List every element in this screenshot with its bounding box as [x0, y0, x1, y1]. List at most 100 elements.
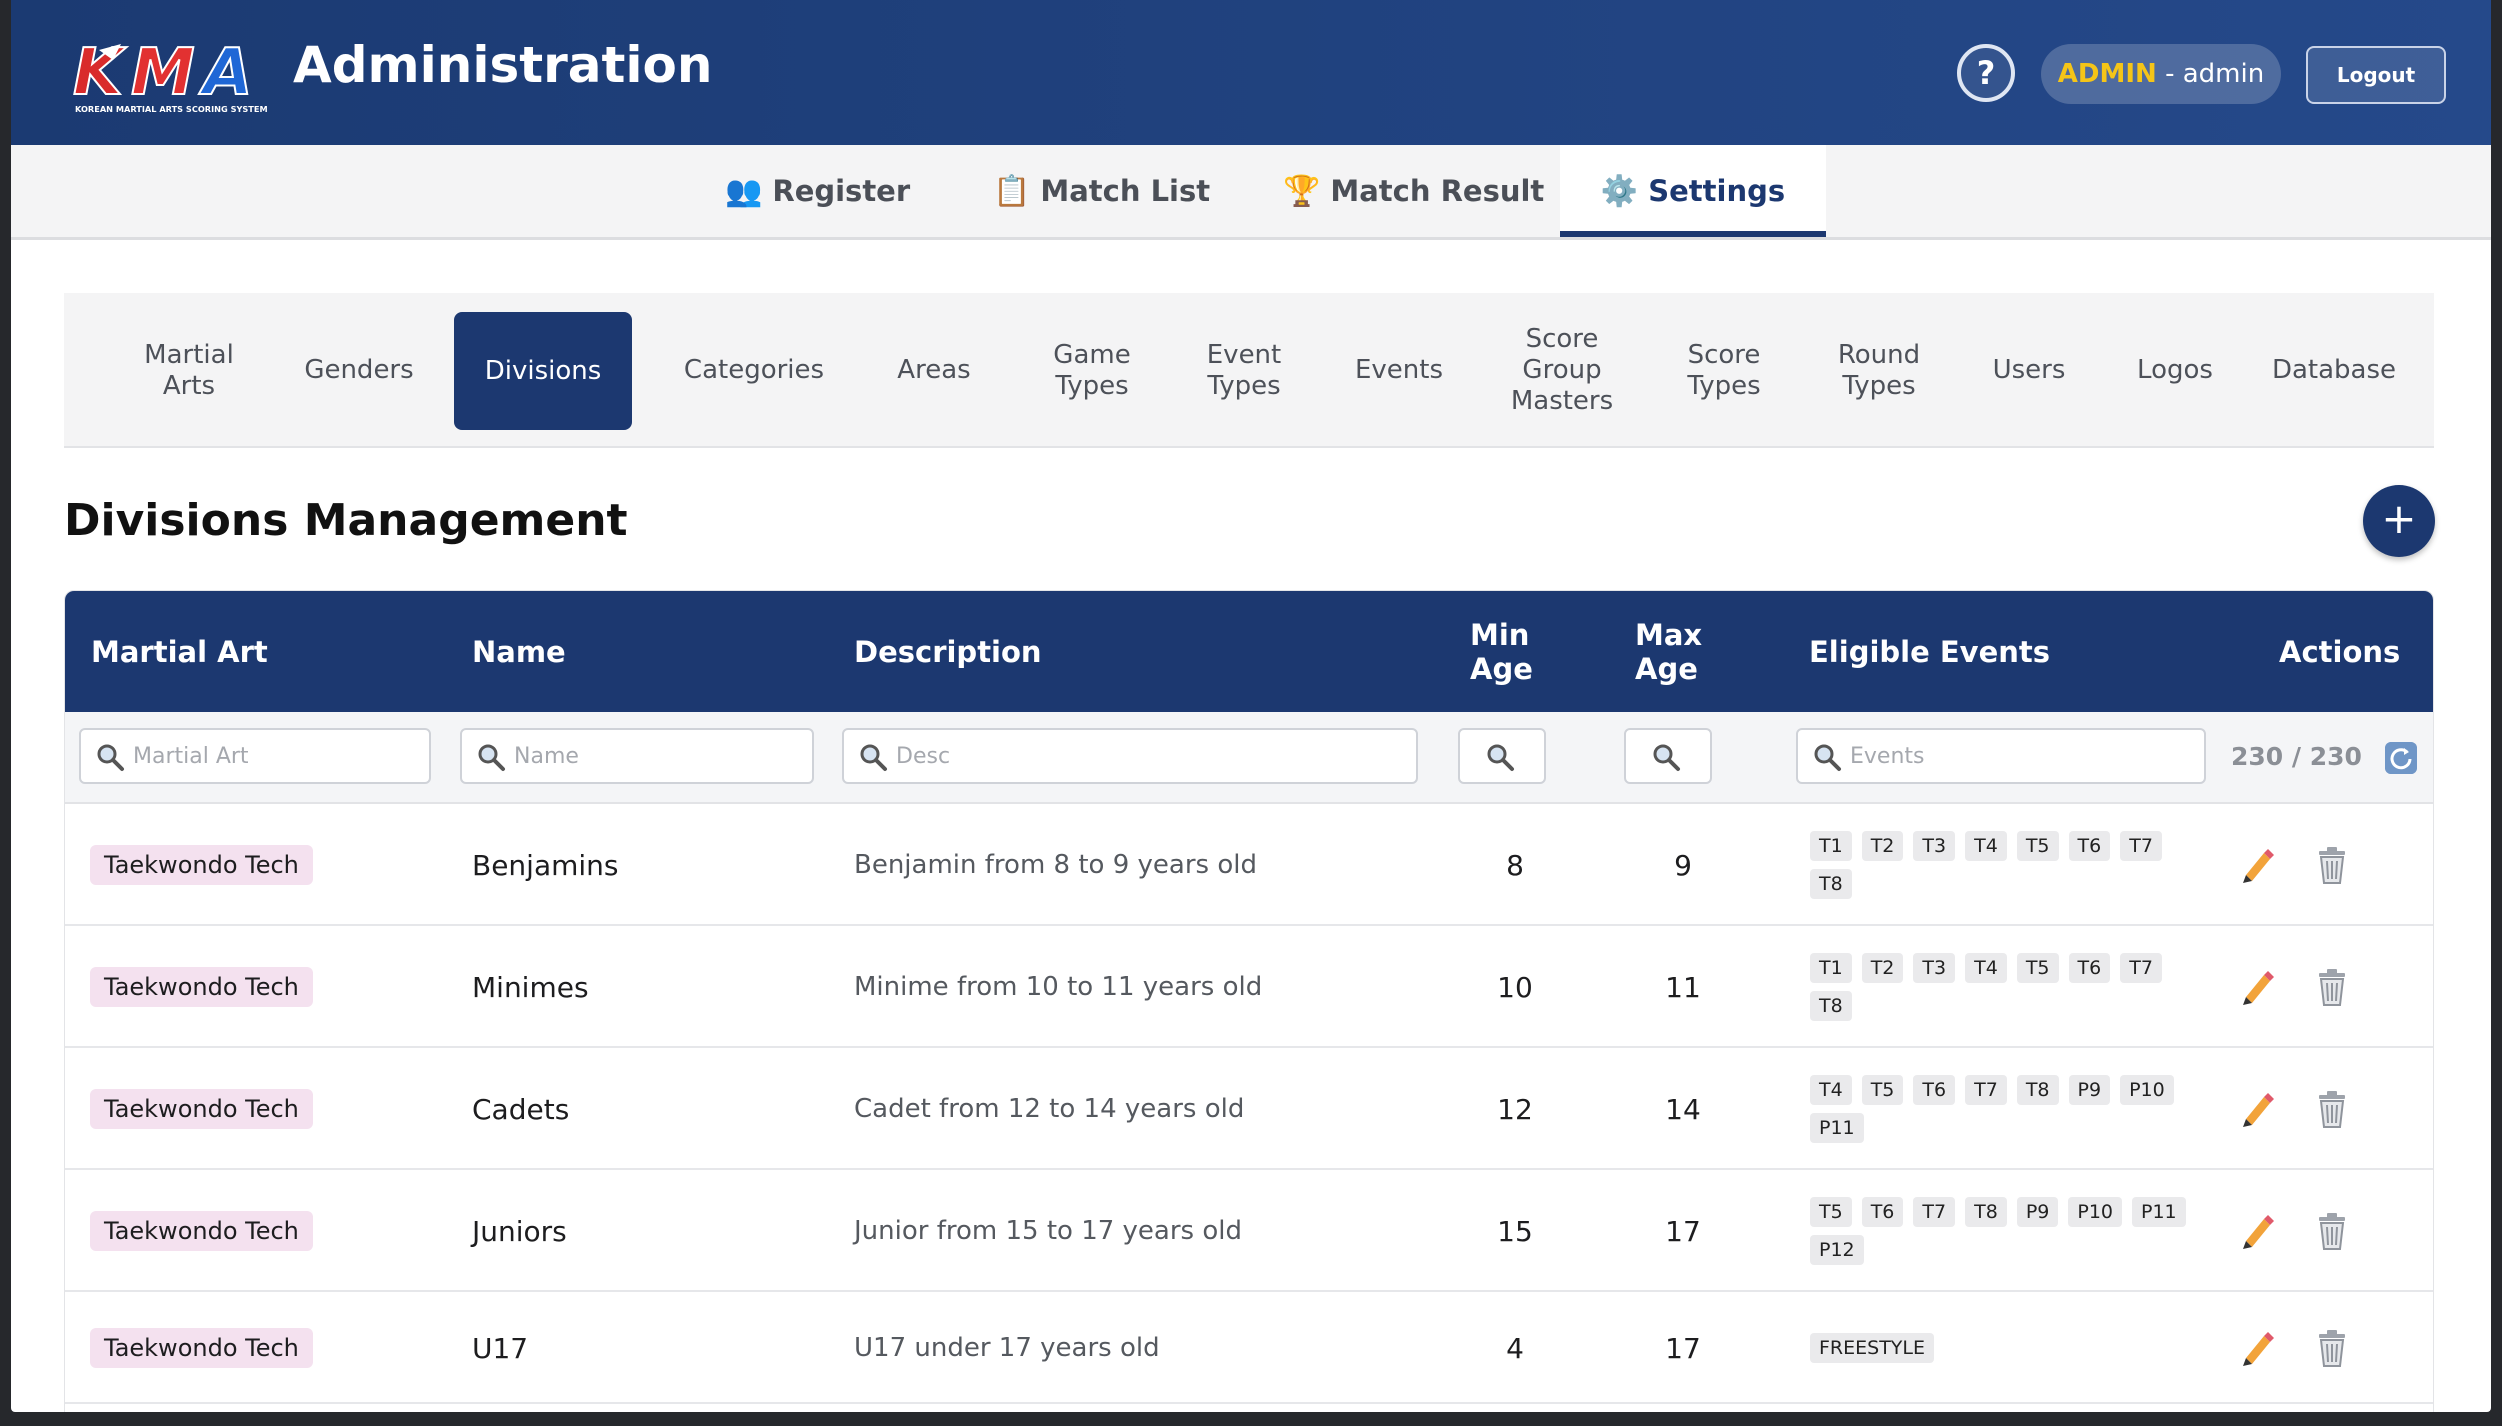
- martial-art-cell: Taekwondo Tech: [65, 1170, 445, 1292]
- event-tag: T5: [2016, 831, 2059, 861]
- event-tag: T8: [1810, 869, 1852, 899]
- martial-art-badge: Taekwondo Tech: [90, 1211, 313, 1251]
- delete-trash-icon[interactable]: [2312, 967, 2352, 1007]
- event-tag: FREESTYLE: [1810, 1333, 1935, 1363]
- description-cell: U17 under 17 years old: [854, 1333, 1160, 1363]
- description-cell: Cadet from 12 to 14 years old: [854, 1094, 1245, 1124]
- min-age-cell: 15: [1497, 1214, 1533, 1248]
- nav-match-result-label: Match Result: [1330, 174, 1545, 208]
- main-nav: 👥 Register 📋 Match List 🏆 Match Result ⚙️ Se…: [11, 145, 2491, 240]
- name-cell: U17: [472, 1331, 529, 1365]
- tab-score-types[interactable]: Score Types: [1649, 293, 1799, 448]
- nav-register[interactable]: 👥 Register: [725, 145, 910, 237]
- event-tag: T6: [1861, 1197, 1904, 1227]
- description-cell: Benjamin from 8 to 9 years old: [854, 850, 1257, 880]
- table-row[interactable]: Taekwondo Tech Juniors Junior from 15 to…: [65, 1170, 2433, 1292]
- tab-label: Users: [1992, 355, 2066, 385]
- edit-pencil-icon[interactable]: [2238, 967, 2278, 1007]
- tab-score-group-masters[interactable]: Score Group Masters: [1482, 293, 1642, 448]
- event-tag: P12: [1810, 1235, 1864, 1265]
- event-tag: P10: [2120, 1075, 2174, 1105]
- description-filter[interactable]: [842, 728, 1418, 784]
- row-actions: [2208, 1170, 2388, 1292]
- delete-trash-icon[interactable]: [2312, 1211, 2352, 1251]
- delete-trash-icon[interactable]: [2312, 1089, 2352, 1129]
- description-cell: Minime from 10 to 11 years old: [854, 972, 1263, 1002]
- col-description[interactable]: Description: [854, 591, 1042, 712]
- events-filter[interactable]: [1796, 728, 2206, 784]
- max-age-cell: 17: [1665, 1331, 1701, 1365]
- tab-categories[interactable]: Categories: [654, 293, 854, 448]
- app-window: K M A KOREAN MARTIAL ARTS SCORING SYSTEM…: [11, 0, 2491, 1412]
- tab-label: Events: [1354, 355, 1444, 385]
- description-cell: Junior from 15 to 17 years old: [854, 1216, 1242, 1246]
- app-title: Administration: [293, 36, 713, 94]
- event-tag: T7: [1913, 1197, 1956, 1227]
- tab-users[interactable]: Users: [1964, 293, 2094, 448]
- add-division-button[interactable]: +: [2363, 485, 2435, 557]
- col-name[interactable]: Name: [472, 591, 566, 712]
- event-tag: T4: [1965, 953, 2007, 983]
- svg-text:KOREAN MARTIAL ARTS SCORING SY: KOREAN MARTIAL ARTS SCORING SYSTEM: [75, 104, 268, 114]
- tab-areas[interactable]: Areas: [864, 293, 1004, 448]
- martial-art-cell: Taekwondo Tech: [65, 804, 445, 926]
- trophy-icon: 🏆: [1283, 174, 1321, 209]
- nav-match-result[interactable]: 🏆 Match Result: [1283, 145, 1544, 237]
- eligible-events: T1 T2 T3 T4 T5 T6 T7 T8: [1810, 804, 2190, 926]
- settings-tabs: Martial Arts Genders Divisions Categorie…: [64, 293, 2434, 448]
- tab-game-types[interactable]: Game Types: [1022, 293, 1162, 448]
- event-tag: P11: [2132, 1197, 2186, 1227]
- tab-label: Event Types: [1206, 339, 1282, 401]
- tab-label: Logos: [2137, 355, 2213, 385]
- tab-events[interactable]: Events: [1324, 293, 1474, 448]
- eligible-events: FREESTYLE: [1810, 1292, 2190, 1404]
- event-tag: T8: [2016, 1075, 2059, 1105]
- event-tag: T5: [1810, 1197, 1852, 1227]
- eligible-events: T4 T5 T6 T7 T8 P9 P10 P11: [1810, 1048, 2190, 1170]
- max-age-cell: 11: [1665, 970, 1701, 1004]
- table-row[interactable]: Taekwondo Tech Minimes Minime from 10 to…: [65, 926, 2433, 1048]
- nav-match-list[interactable]: 📋 Match List: [993, 145, 1210, 237]
- help-button[interactable]: ?: [1957, 44, 2015, 102]
- table-row[interactable]: Taekwondo Tech U17 U17 under 17 years ol…: [65, 1292, 2433, 1404]
- tab-round-types[interactable]: Round Types: [1809, 293, 1949, 448]
- martial-art-filter[interactable]: [79, 728, 431, 784]
- col-eligible-events[interactable]: Eligible Events: [1809, 591, 2050, 712]
- svg-text:M: M: [131, 36, 195, 110]
- min-age-cell: 12: [1497, 1092, 1533, 1126]
- name-cell: Cadets: [472, 1092, 570, 1126]
- event-tag: T5: [1861, 1075, 1904, 1105]
- logout-button[interactable]: Logout: [2306, 46, 2446, 104]
- edit-pencil-icon[interactable]: [2238, 1328, 2278, 1368]
- tab-logos[interactable]: Logos: [2110, 293, 2240, 448]
- tab-divisions[interactable]: Divisions: [454, 312, 632, 430]
- tab-genders[interactable]: Genders: [282, 293, 436, 448]
- martial-art-badge: Taekwondo Tech: [90, 845, 313, 885]
- table-row[interactable]: Taekwondo Tech Benjamins Benjamin from 8…: [65, 804, 2433, 926]
- event-tag: T1: [1810, 831, 1852, 861]
- clipboard-icon: 📋: [993, 174, 1031, 209]
- name-cell: Minimes: [472, 970, 589, 1004]
- delete-trash-icon[interactable]: [2312, 1328, 2352, 1368]
- edit-pencil-icon[interactable]: [2238, 1089, 2278, 1129]
- tab-label: Areas: [897, 355, 971, 385]
- edit-pencil-icon[interactable]: [2238, 1211, 2278, 1251]
- max-age-cell: 14: [1665, 1092, 1701, 1126]
- row-actions: [2208, 1048, 2388, 1170]
- event-tag: P9: [2016, 1197, 2059, 1227]
- delete-trash-icon[interactable]: [2312, 845, 2352, 885]
- max-age-cell: 17: [1665, 1214, 1701, 1248]
- nav-settings[interactable]: ⚙️ Settings: [1560, 145, 1826, 237]
- edit-pencil-icon[interactable]: [2238, 845, 2278, 885]
- tab-database[interactable]: Database: [2254, 293, 2414, 448]
- col-max-age[interactable]: Max Age: [1635, 591, 1702, 712]
- nav-settings-label: Settings: [1648, 174, 1786, 208]
- table-row[interactable]: Taekwondo Tech Cadets Cadet from 12 to 1…: [65, 1048, 2433, 1170]
- tab-martial-arts[interactable]: Martial Arts: [114, 293, 264, 448]
- tab-event-types[interactable]: Event Types: [1174, 293, 1314, 448]
- refresh-icon[interactable]: [2385, 742, 2417, 774]
- app-header: K M A KOREAN MARTIAL ARTS SCORING SYSTEM…: [11, 0, 2491, 145]
- col-min-age[interactable]: Min Age: [1470, 591, 1533, 712]
- col-martial-art[interactable]: Martial Art: [91, 591, 268, 712]
- name-filter[interactable]: [460, 728, 814, 784]
